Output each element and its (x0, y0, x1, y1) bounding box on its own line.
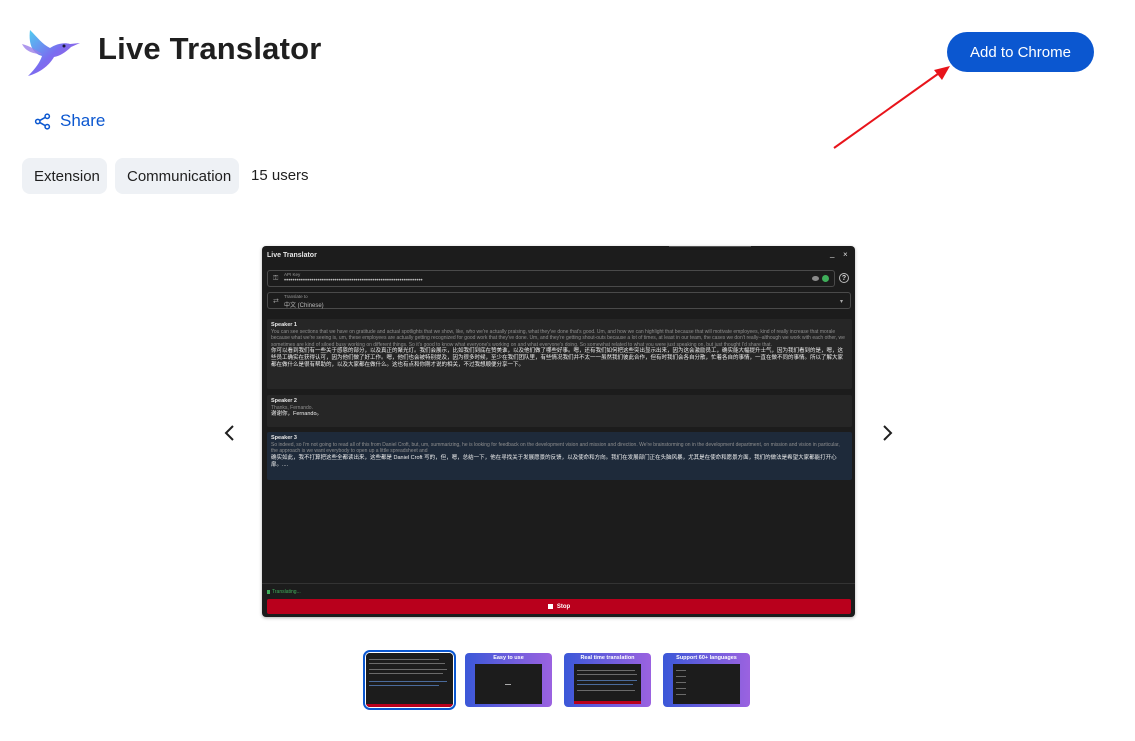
thumbnail-caption: Real time translation (580, 655, 635, 661)
extension-logo (20, 24, 84, 80)
preview-line (369, 663, 445, 664)
translating-status: Translating... (267, 589, 301, 595)
preview-line (676, 688, 686, 689)
translate-icon: ⇄ (273, 298, 279, 305)
help-icon: ? (839, 273, 849, 283)
thumbnail-1[interactable] (363, 650, 456, 710)
preview-line (577, 684, 633, 685)
transcript-card: Speaker 2 Thanks, Fernando. 谢谢你，Fernando… (267, 395, 852, 427)
page-title: Live Translator (98, 31, 322, 66)
translate-to-value: 中文 (Chinese) (284, 303, 324, 309)
share-icon (34, 112, 51, 130)
preview-line (369, 669, 447, 670)
thumbnail-4[interactable]: Support 60+ languages (663, 653, 750, 707)
category-chip-communication[interactable]: Communication (115, 158, 239, 194)
speaker-name: Speaker 1 (271, 322, 297, 328)
preview-line (676, 682, 686, 683)
preview-line (577, 670, 635, 671)
carousel-prev-button[interactable] (215, 418, 245, 448)
preview-line (369, 673, 443, 674)
thumbnail-preview (574, 664, 641, 704)
preview-line (676, 676, 686, 677)
minimize-icon: _ (830, 249, 835, 258)
preview-line (577, 674, 637, 675)
annotation-arrow (833, 66, 950, 149)
app-window-title: Live Translator (267, 252, 317, 259)
status-ok-icon (822, 275, 829, 282)
thumbnail-caption: Easy to use (493, 655, 524, 661)
preview-stop-bar (366, 704, 453, 707)
thumbnail-2[interactable]: Easy to use (465, 653, 552, 707)
eye-icon (812, 276, 819, 281)
transcript-card: Speaker 1 You can see sections that we h… (267, 319, 852, 389)
add-to-chrome-button[interactable]: Add to Chrome (947, 32, 1094, 72)
close-icon: × (843, 250, 848, 259)
thumbnail-caption: Support 60+ languages (676, 655, 737, 661)
stop-button: Stop (267, 599, 851, 614)
preview-line (577, 680, 637, 681)
chevron-right-icon (883, 425, 893, 441)
source-text: So indeed, so I'm not going to read all … (271, 442, 840, 455)
translate-to-select: ⇄ Translate to 中文 (Chinese) ▾ (267, 292, 851, 309)
screenshot-top-line (669, 246, 751, 247)
users-count: 15 users (251, 167, 309, 184)
preview-line (676, 670, 686, 671)
key-icon: ⚿ (273, 275, 279, 282)
preview-line (369, 681, 447, 682)
thumbnail-3[interactable]: Real time translation (564, 653, 651, 707)
api-key-value: ••••••••••••••••••••••••••••••••••••••••… (284, 278, 423, 284)
translate-to-label: Translate to (284, 294, 308, 299)
preview-line (369, 685, 439, 686)
share-label: Share (60, 111, 106, 130)
thumbnail-preview (673, 664, 740, 704)
status-text: Translating... (272, 589, 301, 595)
status-divider (262, 583, 855, 584)
preview-line (505, 684, 511, 685)
translated-text: 谢谢你，Fernando。 (271, 411, 323, 418)
stop-label: Stop (556, 603, 571, 610)
speaker-name: Speaker 2 (271, 398, 297, 404)
main-screenshot: Live Translator _ × ⚿ API Key ••••••••••… (262, 246, 855, 617)
carousel-next-button[interactable] (872, 418, 902, 448)
thumbnail-preview (475, 664, 542, 704)
source-text: You can see sections that we have on gra… (271, 329, 845, 348)
speaker-name: Speaker 3 (271, 435, 297, 441)
chevron-left-icon (224, 425, 234, 441)
preview-line (577, 690, 635, 691)
translated-text: 你可以看到我们有一些关于感恩的部分，以及真正的聚光灯。我们会展示，比如我们到底在… (271, 348, 844, 369)
api-key-label: API Key (284, 272, 301, 277)
status-indicator-icon (267, 590, 270, 594)
thumbnail-preview (366, 653, 453, 707)
translated-text: 确实如此，我不打算把这些全都读出来，这些都是 Daniel Croft 写的，但… (271, 454, 837, 468)
preview-stop-bar (574, 701, 641, 704)
share-button[interactable]: Share (34, 111, 105, 131)
preview-line (369, 659, 439, 660)
preview-line (676, 694, 686, 695)
chevron-down-icon: ▾ (840, 299, 844, 305)
category-chip-extension[interactable]: Extension (22, 158, 107, 194)
transcript-card-active: Speaker 3 So indeed, so I'm not going to… (267, 432, 852, 480)
stop-icon (547, 604, 553, 609)
api-key-field: ⚿ API Key ••••••••••••••••••••••••••••••… (267, 270, 835, 287)
